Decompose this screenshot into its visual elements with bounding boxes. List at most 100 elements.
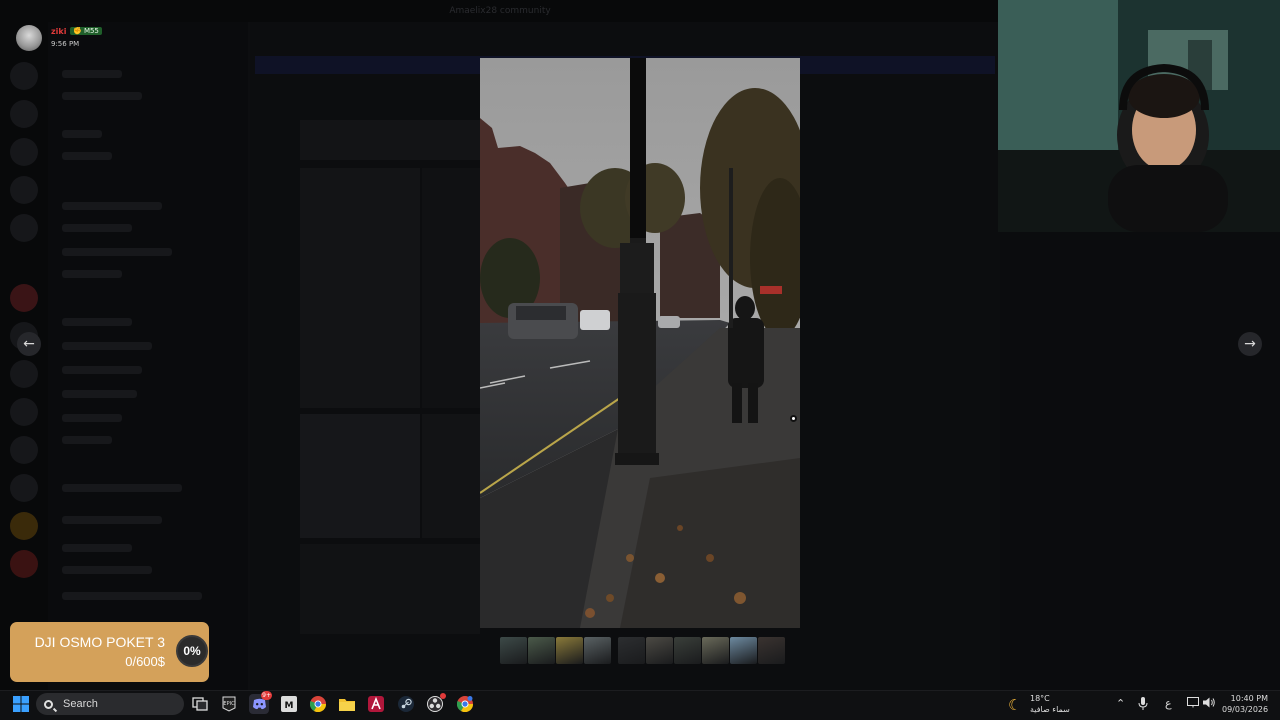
- goal-progress-circle: 0%: [176, 635, 208, 667]
- server-icon: [10, 550, 38, 578]
- image-tile: [422, 168, 480, 408]
- donation-goal-widget: DJI OSMO POKET 3 0/600$ 0%: [10, 622, 209, 682]
- avatar: [16, 25, 42, 51]
- server-icon: [10, 176, 38, 204]
- thumbnail-image[interactable]: [556, 637, 583, 664]
- channel-item: [62, 92, 142, 100]
- image-tile: [422, 414, 480, 538]
- channel-item: [62, 224, 132, 232]
- arrow-right-icon: →: [1244, 336, 1256, 352]
- thumbnail-image[interactable]: [674, 637, 701, 664]
- channel-item: [62, 270, 122, 278]
- thumbnail-image[interactable]: [702, 637, 729, 664]
- taskbar-search-box[interactable]: Search: [36, 693, 184, 715]
- goal-percent: 0%: [183, 644, 201, 658]
- thumbnail-image[interactable]: [528, 637, 555, 664]
- weather-description[interactable]: سماء صافية: [1030, 705, 1070, 714]
- thumbnail-spacer: [612, 637, 617, 664]
- previous-image-button[interactable]: ←: [17, 332, 41, 356]
- svg-text:EPIC: EPIC: [223, 701, 235, 707]
- user-badge: ✊ M55: [70, 27, 102, 35]
- search-label: Search: [63, 698, 98, 710]
- channel-item: [62, 202, 162, 210]
- thumbnail-image[interactable]: [500, 637, 527, 664]
- image-tile: [300, 544, 480, 634]
- username: ziki: [51, 27, 67, 36]
- webcam-overlay: [998, 0, 1280, 232]
- channel-item: [62, 152, 112, 160]
- obs-icon[interactable]: [425, 693, 446, 714]
- discord-icon[interactable]: 9+: [249, 691, 272, 714]
- network-icon[interactable]: [1187, 697, 1199, 711]
- server-list: [0, 22, 48, 690]
- server-icon: [10, 398, 38, 426]
- server-icon: [10, 360, 38, 388]
- channel-item: [62, 390, 137, 398]
- svg-text:M: M: [285, 701, 294, 711]
- red-app-icon[interactable]: [366, 694, 386, 714]
- server-icon: [10, 436, 38, 464]
- input-language-indicator[interactable]: ع: [1165, 697, 1172, 710]
- file-explorer-icon[interactable]: [337, 694, 357, 714]
- epic-games-icon[interactable]: EPIC: [219, 694, 239, 714]
- clock-date[interactable]: 09/03/2026: [1222, 705, 1268, 714]
- goal-amount: 0/600$: [125, 654, 165, 669]
- windows-start-icon[interactable]: [11, 694, 31, 714]
- weather-temperature[interactable]: 18°C: [1030, 694, 1050, 703]
- channel-item: [62, 70, 122, 78]
- chrome-profile-icon[interactable]: [455, 694, 475, 714]
- member-list: [1000, 232, 1280, 690]
- mouse-cursor: [790, 415, 797, 422]
- task-view-icon[interactable]: [190, 694, 210, 714]
- window-titlebar: Amaelix28 community: [0, 0, 1000, 22]
- chrome-icon[interactable]: [308, 694, 328, 714]
- image-tile: [300, 414, 420, 538]
- channel-item: [62, 366, 142, 374]
- thumbnail-strip: [500, 637, 785, 664]
- server-icon: [10, 284, 38, 312]
- channel-item: [62, 414, 122, 422]
- server-icon: [10, 474, 38, 502]
- street-photo-image: [480, 58, 800, 628]
- server-icon: [10, 100, 38, 128]
- notification-badge: 9+: [261, 691, 272, 700]
- moon-weather-icon[interactable]: ☾: [1008, 696, 1021, 714]
- image-tile: [300, 168, 420, 408]
- channel-item: [62, 544, 132, 552]
- channel-item: [62, 342, 152, 350]
- viewed-photo[interactable]: [480, 58, 800, 628]
- speaker-icon[interactable]: [1203, 697, 1216, 711]
- server-icon: [10, 512, 38, 540]
- channel-item: [62, 436, 112, 444]
- window-title: Amaelix28 community: [449, 6, 551, 16]
- message-tile: [300, 120, 480, 160]
- thumbnail-image[interactable]: [758, 637, 785, 664]
- timestamp: 9:56 PM: [51, 40, 80, 48]
- server-icon: [10, 138, 38, 166]
- microphone-icon[interactable]: [1138, 697, 1148, 713]
- webcam-feed-image: [998, 0, 1280, 232]
- thumbnail-image[interactable]: [618, 637, 645, 664]
- server-icon: [10, 62, 38, 90]
- thumbnail-image[interactable]: [646, 637, 673, 664]
- goal-title: DJI OSMO POKET 3: [34, 634, 165, 650]
- search-icon: [44, 699, 53, 709]
- app-icon[interactable]: M: [279, 694, 299, 714]
- channel-item: [62, 516, 162, 524]
- notification-dot: [440, 693, 446, 699]
- channel-list: [48, 22, 248, 690]
- next-image-button[interactable]: →: [1238, 332, 1262, 356]
- server-icon: [10, 214, 38, 242]
- arrow-left-icon: ←: [23, 336, 35, 352]
- channel-item: [62, 484, 182, 492]
- thumbnail-image[interactable]: [584, 637, 611, 664]
- channel-item: [62, 566, 152, 574]
- channel-item: [62, 130, 102, 138]
- chevron-up-icon[interactable]: ⌃: [1116, 697, 1125, 710]
- channel-item: [62, 318, 132, 326]
- clock-time[interactable]: 10:40 PM: [1226, 694, 1268, 703]
- channel-item: [62, 248, 172, 256]
- channel-item: [62, 592, 202, 600]
- thumbnail-image[interactable]: [730, 637, 757, 664]
- steam-icon[interactable]: [396, 694, 416, 714]
